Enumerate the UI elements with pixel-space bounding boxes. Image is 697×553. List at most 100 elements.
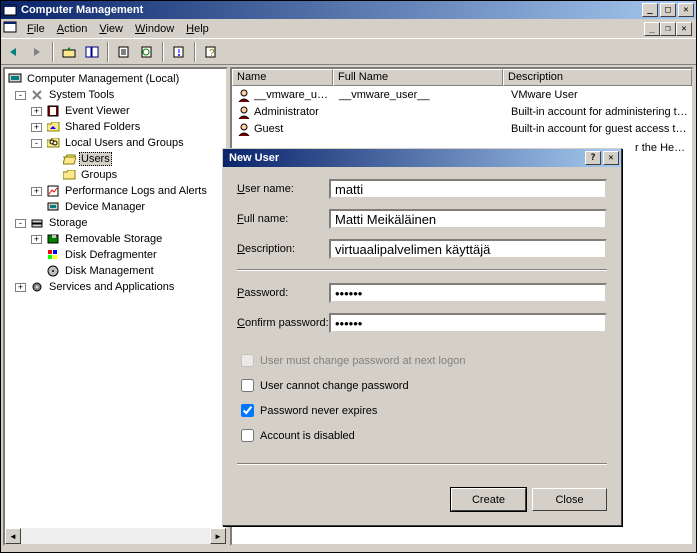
menu-file[interactable]: File <box>21 21 51 37</box>
menu-view[interactable]: View <box>93 21 129 37</box>
menu-help[interactable]: Help <box>180 21 215 37</box>
check-must-change: User must change password at next logon <box>237 351 607 370</box>
password-label: Password: <box>237 287 329 299</box>
dialog-title: New User <box>225 152 585 164</box>
scroll-left-icon[interactable]: ◄ <box>5 528 21 544</box>
folder-icon <box>61 167 77 183</box>
dialog-close-button[interactable]: ✕ <box>603 151 619 165</box>
never-expires-checkbox[interactable] <box>241 404 254 417</box>
computer-icon <box>7 71 23 87</box>
tree-h-scrollbar[interactable]: ◄ ► <box>5 528 226 544</box>
list-header: Name Full Name Description <box>232 69 692 86</box>
check-disabled[interactable]: Account is disabled <box>237 426 607 445</box>
shared-folder-icon <box>45 119 61 135</box>
must-change-checkbox <box>241 354 254 367</box>
book-icon <box>45 103 61 119</box>
menubar: File Action View Window Help _ ❐ ✕ <box>1 19 696 38</box>
list-item[interactable]: Administrator Built-in account for admin… <box>232 103 692 120</box>
close-button[interactable]: ✕ <box>678 3 694 17</box>
mdi-close-button[interactable]: ✕ <box>676 22 692 36</box>
description-label: Description: <box>237 243 329 255</box>
gear-icon <box>29 279 45 295</box>
partial-text: r the He… <box>635 142 685 154</box>
tree-disk-management[interactable]: Disk Management <box>5 263 226 279</box>
tree-services-apps[interactable]: + Services and Applications <box>5 279 226 295</box>
device-icon <box>45 199 61 215</box>
fullname-input[interactable] <box>329 209 607 229</box>
username-input[interactable] <box>329 179 607 199</box>
tree-event-viewer[interactable]: + Event Viewer <box>5 103 226 119</box>
expand-icon[interactable]: + <box>31 235 42 244</box>
minimize-button[interactable]: _ <box>642 3 658 17</box>
folder-open-icon <box>61 151 77 167</box>
refresh-button[interactable] <box>136 41 158 63</box>
tree-pane[interactable]: Computer Management (Local) - System Too… <box>3 67 228 546</box>
mdi-icon[interactable] <box>3 20 17 37</box>
confirm-password-input[interactable] <box>329 313 607 333</box>
password-input[interactable] <box>329 283 607 303</box>
users-folder-icon <box>45 135 61 151</box>
menu-window[interactable]: Window <box>129 21 180 37</box>
user-icon <box>236 87 252 103</box>
up-button[interactable] <box>58 41 80 63</box>
app-icon <box>3 3 17 17</box>
expand-icon[interactable]: + <box>31 187 42 196</box>
disk-icon <box>45 263 61 279</box>
expand-icon[interactable]: + <box>15 283 26 292</box>
perf-icon <box>45 183 61 199</box>
cannot-change-checkbox[interactable] <box>241 379 254 392</box>
export-button[interactable] <box>113 41 135 63</box>
help-button[interactable]: ? <box>200 41 222 63</box>
confirm-password-label: Confirm password: <box>237 317 329 329</box>
tree-shared-folders[interactable]: + Shared Folders <box>5 119 226 135</box>
tree-disk-defragmenter[interactable]: Disk Defragmenter <box>5 247 226 263</box>
tree-storage[interactable]: - Storage <box>5 215 226 231</box>
storage-icon <box>29 215 45 231</box>
user-icon <box>236 121 252 137</box>
tree-groups[interactable]: Groups <box>5 167 226 183</box>
username-label: User name: <box>237 183 329 195</box>
expand-icon[interactable]: + <box>31 123 42 132</box>
create-button[interactable]: Create <box>451 488 526 511</box>
check-cannot-change[interactable]: User cannot change password <box>237 376 607 395</box>
check-never-expires[interactable]: Password never expires <box>237 401 607 420</box>
mdi-minimize-button[interactable]: _ <box>644 22 660 36</box>
removable-icon <box>45 231 61 247</box>
new-user-dialog: New User ? ✕ User name: Full name: Descr… <box>222 148 622 526</box>
scroll-right-icon[interactable]: ► <box>210 528 226 544</box>
column-fullname[interactable]: Full Name <box>333 69 503 86</box>
list-item[interactable]: __vmware_u… __vmware_user__ VMware User <box>232 86 692 103</box>
description-input[interactable] <box>329 239 607 259</box>
tree-device-manager[interactable]: Device Manager <box>5 199 226 215</box>
close-dialog-button[interactable]: Close <box>532 488 607 511</box>
account-disabled-checkbox[interactable] <box>241 429 254 442</box>
list-item[interactable]: Guest Built-in account for guest access … <box>232 120 692 137</box>
maximize-button[interactable]: □ <box>660 3 676 17</box>
tree-local-users-groups[interactable]: - Local Users and Groups <box>5 135 226 151</box>
collapse-icon[interactable]: - <box>15 91 26 100</box>
dialog-help-button[interactable]: ? <box>585 151 601 165</box>
tree-perf-logs[interactable]: + Performance Logs and Alerts <box>5 183 226 199</box>
column-description[interactable]: Description <box>503 69 692 86</box>
tree-system-tools[interactable]: - System Tools <box>5 87 226 103</box>
mdi-restore-button[interactable]: ❐ <box>660 22 676 36</box>
main-titlebar: Computer Management _ □ ✕ <box>1 1 696 19</box>
back-button[interactable] <box>3 41 25 63</box>
tools-icon <box>29 87 45 103</box>
fullname-label: Full name: <box>237 213 329 225</box>
tree-root[interactable]: Computer Management (Local) <box>5 71 226 87</box>
column-name[interactable]: Name <box>232 69 333 86</box>
window-title: Computer Management <box>21 4 642 16</box>
forward-button[interactable] <box>26 41 48 63</box>
collapse-icon[interactable]: - <box>15 219 26 228</box>
tree-users[interactable]: Users <box>5 151 226 167</box>
dialog-titlebar: New User ? ✕ <box>223 149 621 167</box>
tree-removable-storage[interactable]: + Removable Storage <box>5 231 226 247</box>
collapse-icon[interactable]: - <box>31 139 42 148</box>
properties-button[interactable] <box>168 41 190 63</box>
user-icon <box>236 104 252 120</box>
show-hide-tree-button[interactable] <box>81 41 103 63</box>
menu-action[interactable]: Action <box>51 21 94 37</box>
defrag-icon <box>45 247 61 263</box>
expand-icon[interactable]: + <box>31 107 42 116</box>
